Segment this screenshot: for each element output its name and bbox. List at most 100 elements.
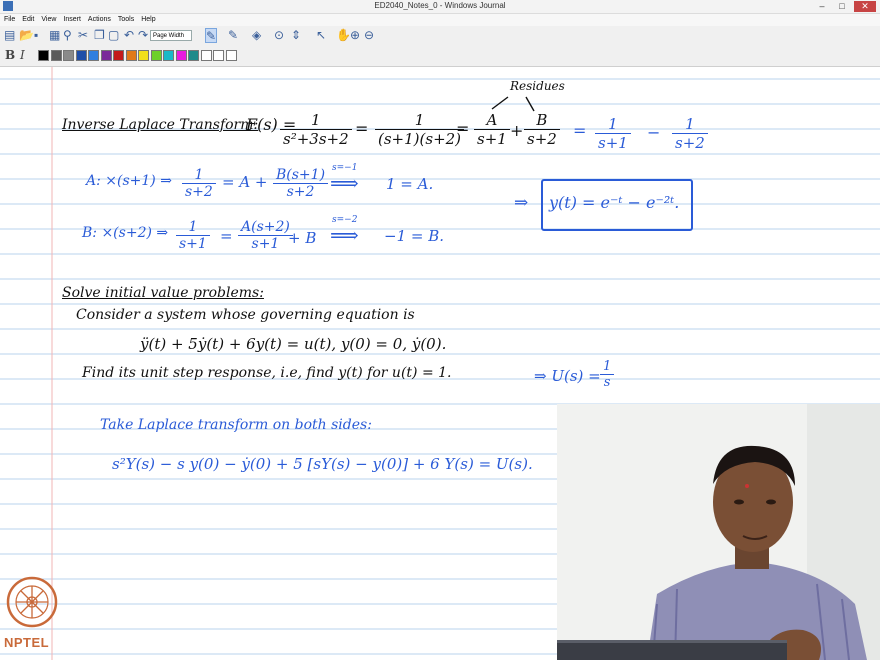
print-icon[interactable]: ▦ <box>49 28 60 42</box>
nptel-logo-text: NPTEL <box>4 635 50 650</box>
frac-denominator: s+2 <box>286 184 315 200</box>
search-icon[interactable]: ⚲ <box>63 28 72 42</box>
cut-icon[interactable]: ✂ <box>78 28 88 42</box>
minimize-button[interactable]: – <box>814 1 830 12</box>
frac-result-1: 1 s+1 <box>595 115 631 152</box>
U-of-s: ⇒ U(s) = <box>534 367 601 385</box>
frac-denominator: s+1 <box>179 236 207 252</box>
pen-tool-icon[interactable]: ✎ <box>205 28 218 43</box>
zoom-select[interactable]: Page Width <box>150 30 192 41</box>
lasso-select-icon[interactable]: ⊙ <box>274 28 284 42</box>
frac-U: 1 s <box>600 359 615 390</box>
frac-denominator: s+2 <box>185 184 213 200</box>
paste-icon[interactable]: ▢ <box>108 28 119 42</box>
pan-hand-icon[interactable]: ✋ <box>336 28 351 42</box>
frac-lineB-2: A(s+2) s+1 <box>238 219 293 252</box>
frac-lineB-1: 1 s+1 <box>176 219 210 252</box>
pen-color-swatch[interactable] <box>63 50 74 61</box>
italic-button[interactable]: I <box>20 48 25 62</box>
save-icon[interactable]: ▪ <box>34 28 38 42</box>
boxed-solution: y(t) = e⁻ᵗ − e⁻²ᵗ. <box>541 179 693 231</box>
pen-color-swatch[interactable] <box>188 50 199 61</box>
insert-space-icon[interactable]: ⇕ <box>291 28 301 42</box>
pen-color-swatch[interactable] <box>200 50 212 61</box>
menu-file[interactable]: File <box>4 14 15 26</box>
lineA-implies-arrow: ⟹ <box>330 171 359 195</box>
pen-color-swatch[interactable] <box>125 50 137 61</box>
minus-sign: − <box>647 123 661 142</box>
boxed-implies-arrow: ⇒ <box>514 193 529 213</box>
residue-B-label: B: ×(s+2) ⇒ <box>82 225 169 241</box>
equals-2: = <box>456 119 470 138</box>
bold-button[interactable]: B <box>5 48 15 62</box>
menu-edit[interactable]: Edit <box>22 14 34 26</box>
pen-color-swatch[interactable] <box>50 50 62 61</box>
undo-icon[interactable]: ↶ <box>124 28 134 42</box>
presenter-video <box>557 404 880 660</box>
ilt-heading: Inverse Laplace Transform: <box>62 117 259 133</box>
frac-numerator: 1 <box>595 115 631 134</box>
pointer-icon[interactable]: ↖ <box>316 28 326 42</box>
frac-denominator: s+1 <box>251 236 280 252</box>
copy-icon[interactable]: ❐ <box>94 28 105 42</box>
menu-help[interactable]: Help <box>141 14 155 26</box>
highlighter-icon[interactable]: ✎ <box>228 28 238 42</box>
frac-numerator: 1 <box>176 219 210 236</box>
equals-1: = <box>355 119 369 138</box>
lineA-mid: = A + <box>222 173 268 191</box>
boxed-solution-text: y(t) = e⁻ᵗ − e⁻²ᵗ. <box>549 193 680 212</box>
close-button[interactable]: ✕ <box>854 1 876 12</box>
pen-color-swatch[interactable] <box>138 50 149 61</box>
ivp-heading: Solve initial value problems: <box>62 285 264 301</box>
frac-denominator: s²+3s+2 <box>283 130 349 148</box>
zoom-out-icon[interactable]: ⊖ <box>364 28 374 42</box>
new-note-icon[interactable]: ▤ <box>4 28 15 42</box>
frac-lineA-2: B(s+1) s+2 <box>273 167 329 200</box>
redo-icon[interactable]: ↷ <box>138 28 148 42</box>
frac-A: A s+1 <box>474 111 510 148</box>
open-icon[interactable]: 📂 <box>19 28 34 42</box>
lineB-mid2: + B <box>288 229 317 247</box>
pen-color-swatch[interactable] <box>38 50 49 61</box>
frac-denominator: s+1 <box>477 130 507 148</box>
menu-tools[interactable]: Tools <box>118 14 134 26</box>
plus-sign: + <box>510 121 524 140</box>
menu-bar: File Edit View Insert Actions Tools Help <box>0 14 880 26</box>
format-toolbar: B I <box>0 46 880 67</box>
frac-numerator: A <box>474 111 510 130</box>
title-bar: ED2040_Notes_0 - Windows Journal – □ ✕ <box>0 0 880 14</box>
frac-denominator: s+2 <box>675 134 705 152</box>
pen-color-swatch[interactable] <box>163 50 174 61</box>
eraser-icon[interactable]: ◈ <box>252 28 261 42</box>
pen-color-swatch[interactable] <box>100 50 112 61</box>
pen-color-swatch[interactable] <box>225 50 237 61</box>
menu-insert[interactable]: Insert <box>63 14 81 26</box>
maximize-button[interactable]: □ <box>834 1 850 12</box>
pen-color-swatch[interactable] <box>88 50 99 61</box>
menu-actions[interactable]: Actions <box>88 14 111 26</box>
pen-color-swatch[interactable] <box>175 50 187 61</box>
pen-color-swatch[interactable] <box>213 50 224 61</box>
standard-toolbar: ▤ 📂 ▪ ▦ ⚲ ✂ ❐ ▢ ↶ ↷ Page Width ✎ ✎ ◈ ⊙ ⇕… <box>0 26 880 46</box>
pen-color-swatch[interactable] <box>113 50 124 61</box>
frac-main: 1 s²+3s+2 <box>280 111 352 148</box>
pen-color-swatch[interactable] <box>75 50 87 61</box>
equals-3: = <box>573 121 587 140</box>
zoom-in-icon[interactable]: ⊕ <box>350 28 360 42</box>
pen-color-swatch[interactable] <box>150 50 162 61</box>
frac-numerator: B <box>524 111 560 130</box>
frac-result-2: 1 s+2 <box>672 115 708 152</box>
frac-denominator: s+1 <box>598 134 628 152</box>
residues-label: Residues <box>510 79 565 93</box>
frac-numerator: A(s+2) <box>238 219 293 236</box>
frac-numerator: 1 <box>672 115 708 134</box>
frac-denominator: (s+1)(s+2) <box>378 130 462 148</box>
lineB-mid: = <box>220 227 233 245</box>
lineB-result: −1 = B. <box>384 227 445 245</box>
frac-numerator: 1 <box>182 167 216 184</box>
frac-numerator: 1 <box>375 111 465 130</box>
frac-lineA-1: 1 s+2 <box>182 167 216 200</box>
menu-view[interactable]: View <box>41 14 56 26</box>
take-laplace-text: Take Laplace transform on both sides: <box>100 417 372 433</box>
frac-numerator: 1 <box>280 111 352 130</box>
